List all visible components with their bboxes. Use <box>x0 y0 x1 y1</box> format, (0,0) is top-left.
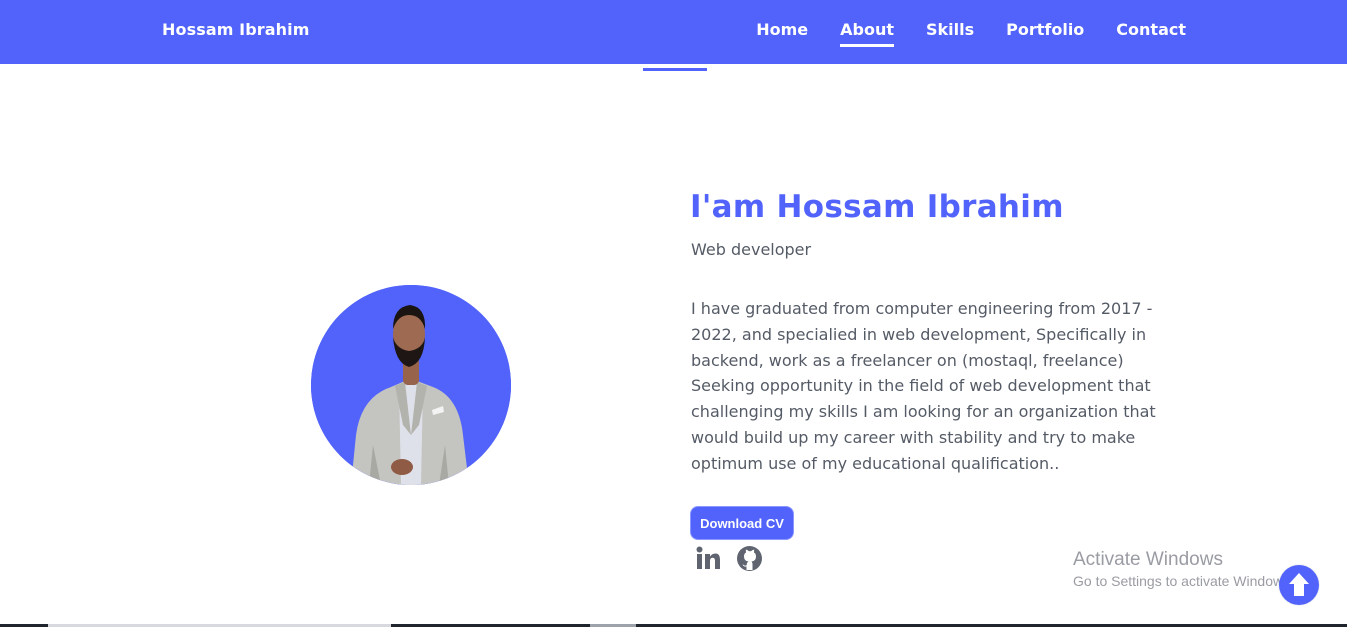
brand-name[interactable]: Hossam Ibrahim <box>162 20 310 39</box>
nav-links: Home About Skills Portfolio Contact <box>756 20 1186 47</box>
profile-avatar <box>311 285 511 485</box>
profile-photo <box>311 285 511 485</box>
arrow-up-icon <box>1289 573 1309 596</box>
about-headline: I'am Hossam Ibrahim <box>690 189 1064 225</box>
nav-link-about[interactable]: About <box>840 20 894 47</box>
download-cv-button[interactable]: Download CV <box>690 506 794 540</box>
nav-link-portfolio[interactable]: Portfolio <box>1006 20 1084 39</box>
social-links <box>695 545 763 572</box>
about-subtitle: Web developer <box>691 240 812 259</box>
activate-windows-subtitle: Go to Settings to activate Windows. <box>1073 573 1287 589</box>
nav-link-home[interactable]: Home <box>756 20 808 39</box>
navbar: Hossam Ibrahim Home About Skills Portfol… <box>0 0 1347 64</box>
linkedin-icon[interactable] <box>695 545 722 572</box>
activate-windows-title: Activate Windows <box>1073 549 1223 570</box>
about-bio: I have graduated from computer engineeri… <box>691 299 1156 473</box>
scroll-to-top-button[interactable] <box>1279 565 1319 605</box>
section-underline <box>643 68 707 71</box>
nav-link-skills[interactable]: Skills <box>926 20 974 39</box>
nav-link-contact[interactable]: Contact <box>1116 20 1186 39</box>
github-icon[interactable] <box>736 545 763 572</box>
